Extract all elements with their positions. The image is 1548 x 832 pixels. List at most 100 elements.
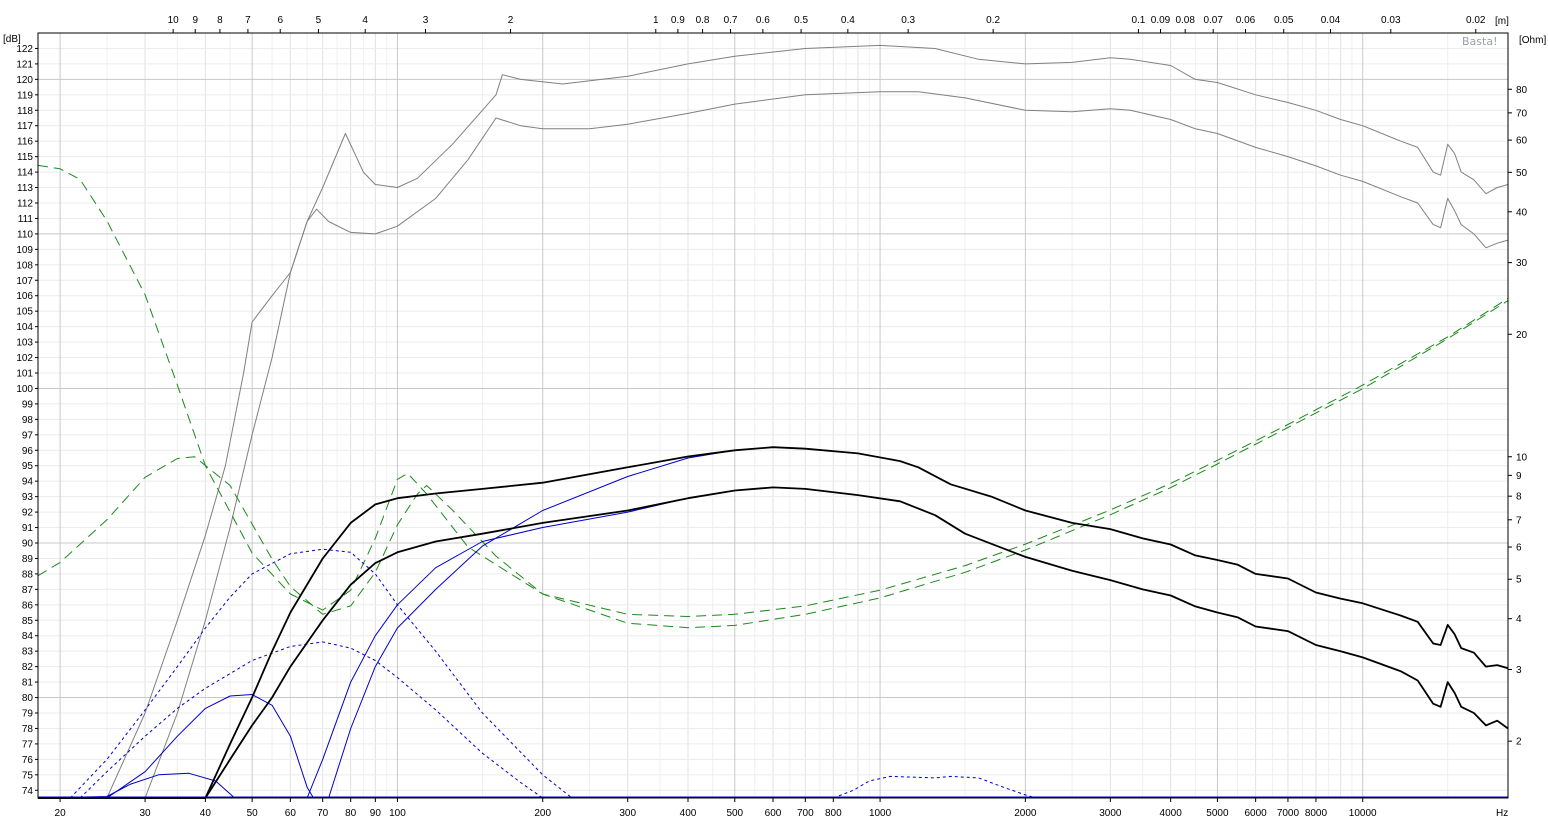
y-tick-label: 75	[22, 770, 34, 781]
y-tick-label: 107	[16, 276, 33, 287]
top-tick-label: 8	[217, 15, 223, 26]
x-tick-label: 30	[140, 808, 152, 819]
top-tick-label: 0.3	[901, 15, 915, 26]
y-tick-label: 101	[16, 369, 33, 380]
y2-tick-label: 2	[1516, 737, 1522, 748]
y-tick-label: 111	[18, 214, 34, 225]
top-tick-label: 1	[653, 15, 659, 26]
y-tick-label: 92	[22, 508, 34, 519]
watermark: Basta!	[1462, 35, 1497, 48]
y2-tick-label: 10	[1516, 452, 1528, 463]
y2-axis-unit-label: [Ohm]	[1519, 35, 1546, 46]
top-tick-label: 0.6	[756, 15, 770, 26]
y-tick-label: 119	[17, 90, 33, 101]
top-axis-unit-label: [m]	[1495, 16, 1509, 27]
y2-tick-label: 3	[1516, 665, 1522, 676]
y-tick-label: 114	[17, 168, 33, 179]
y-tick-label: 90	[22, 539, 34, 550]
y-tick-label: 113	[17, 183, 33, 194]
x-tick-label: 300	[619, 808, 636, 819]
top-tick-label: 2	[508, 15, 514, 26]
x-tick-label: 90	[370, 808, 382, 819]
y2-tick-label: 8	[1516, 492, 1522, 503]
y-tick-label: 108	[16, 260, 33, 271]
top-tick-label: 4	[362, 15, 368, 26]
x-tick-label: 40	[200, 808, 212, 819]
top-tick-label: 0.2	[986, 15, 1000, 26]
y-tick-label: 87	[22, 585, 34, 596]
y-tick-label: 97	[22, 430, 34, 441]
x-tick-label: 600	[765, 808, 782, 819]
y-tick-label: 104	[16, 322, 33, 333]
y-tick-label: 85	[22, 616, 34, 627]
x-tick-label: 3000	[1099, 808, 1122, 819]
y-tick-label: 74	[22, 786, 34, 797]
y2-tick-label: 4	[1516, 614, 1522, 625]
y2-tick-label: 50	[1516, 168, 1528, 179]
x-tick-label: 500	[726, 808, 743, 819]
x-tick-label: 60	[285, 808, 297, 819]
y-tick-label: 81	[22, 678, 34, 689]
x-tick-label: 400	[680, 808, 697, 819]
y-tick-label: 116	[17, 137, 33, 148]
y-tick-label: 110	[17, 229, 33, 240]
x-tick-label: 10000	[1349, 808, 1377, 819]
top-tick-label: 3	[423, 15, 429, 26]
top-tick-label: 6	[277, 15, 283, 26]
top-tick-label: 10	[168, 15, 180, 26]
y2-tick-label: 9	[1516, 471, 1522, 482]
y-tick-label: 96	[22, 446, 34, 457]
y-tick-label: 106	[16, 291, 33, 302]
y-tick-label: 84	[22, 631, 34, 642]
x-tick-label: 5000	[1206, 808, 1229, 819]
top-tick-label: 9	[192, 15, 198, 26]
x-tick-label: 8000	[1305, 808, 1328, 819]
y2-tick-label: 7	[1516, 515, 1522, 526]
top-tick-label: 0.4	[841, 15, 855, 26]
y-tick-label: 98	[22, 415, 34, 426]
y-tick-label: 109	[16, 245, 33, 256]
x-tick-label: 200	[534, 808, 551, 819]
y2-tick-label: 80	[1516, 85, 1528, 96]
top-tick-label: 0.09	[1151, 15, 1171, 26]
x-tick-label: 800	[825, 808, 842, 819]
y-tick-label: 117	[17, 121, 33, 132]
y-tick-label: 120	[16, 75, 33, 86]
x-tick-label: 100	[389, 808, 406, 819]
y2-tick-label: 60	[1516, 136, 1528, 147]
y-axis-unit-label: [dB]	[3, 34, 21, 45]
y2-tick-label: 40	[1516, 207, 1528, 218]
top-tick-label: 0.07	[1203, 15, 1223, 26]
y-tick-label: 122	[16, 44, 33, 55]
y-tick-label: 99	[22, 399, 34, 410]
y-tick-label: 115	[17, 152, 33, 163]
y-tick-label: 80	[22, 693, 34, 704]
top-tick-label: 0.8	[696, 15, 710, 26]
y-tick-label: 95	[22, 461, 34, 472]
y2-tick-label: 5	[1516, 575, 1522, 586]
y-tick-label: 91	[22, 523, 34, 534]
x-tick-label: 700	[797, 808, 814, 819]
top-tick-label: 0.08	[1175, 15, 1195, 26]
frequency-response-chart: 20 30 40 50 60 70 80 90 100 200 300 400 500 600 700 800…	[0, 0, 1548, 832]
x-tick-label: 80	[345, 808, 357, 819]
y-tick-label: 93	[22, 492, 34, 503]
x-tick-label: 1000	[869, 808, 892, 819]
x-tick-label: 70	[317, 808, 329, 819]
x-tick-label: 4000	[1160, 808, 1183, 819]
x-tick-label: 50	[247, 808, 259, 819]
y-tick-label: 77	[22, 739, 34, 750]
top-tick-label: 5	[316, 15, 322, 26]
y2-tick-label: 20	[1516, 330, 1528, 341]
y-tick-label: 86	[22, 600, 34, 611]
y-tick-label: 89	[22, 554, 34, 565]
y2-tick-label: 6	[1516, 543, 1522, 554]
y-tick-label: 121	[16, 59, 33, 70]
top-tick-label: 0.05	[1274, 15, 1294, 26]
y-tick-label: 118	[17, 106, 33, 117]
y-tick-label: 103	[16, 338, 33, 349]
x-axis-unit-label: Hz	[1496, 808, 1508, 819]
y-tick-label: 78	[22, 724, 34, 735]
top-tick-label: 0.9	[671, 15, 685, 26]
top-tick-label: 0.03	[1381, 15, 1401, 26]
